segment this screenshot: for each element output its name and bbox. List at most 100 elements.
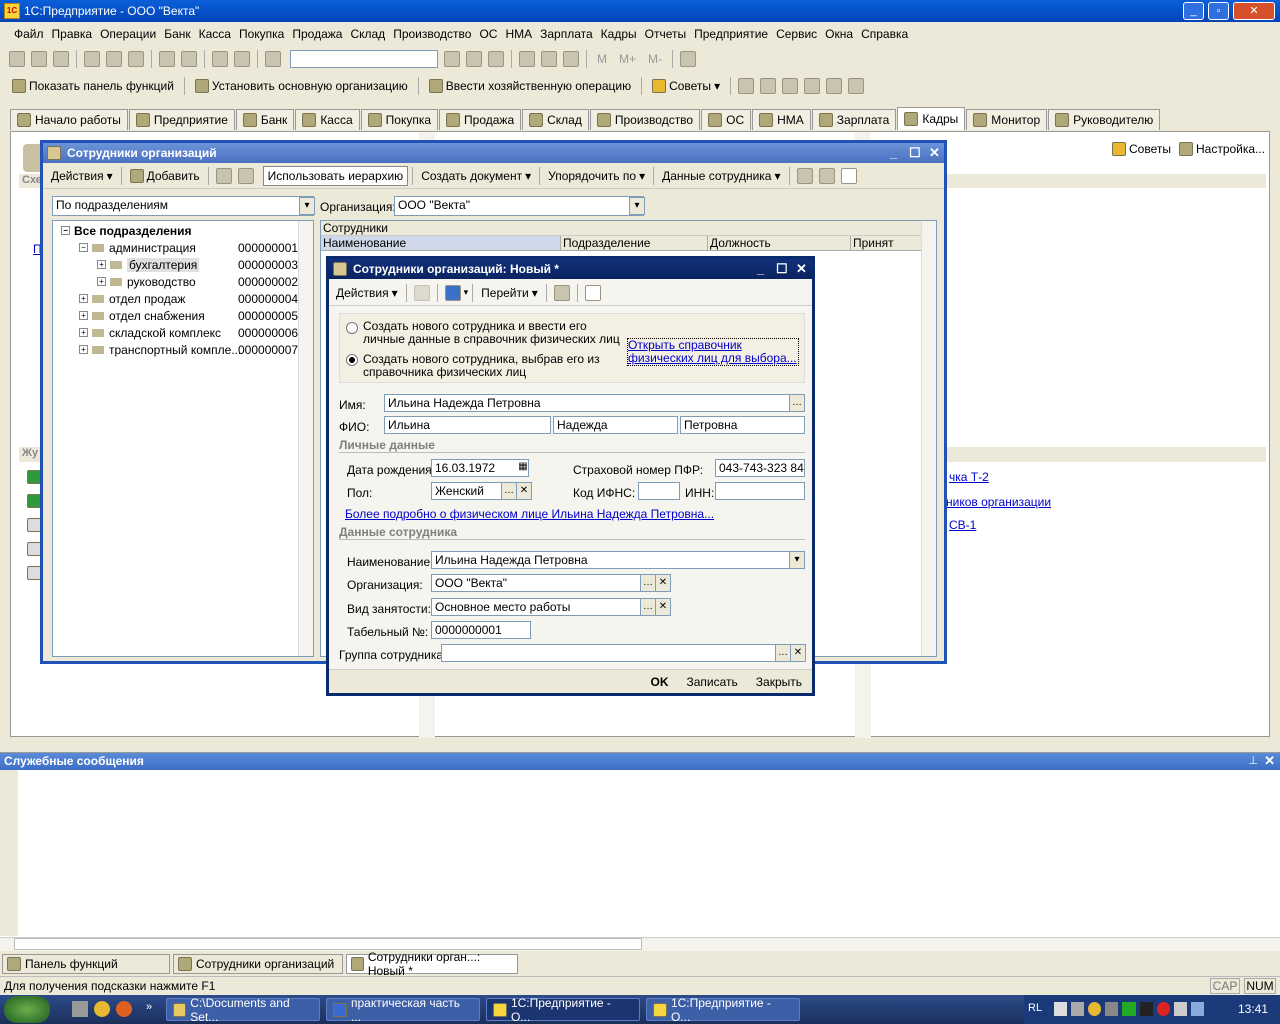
pin-icon[interactable]: ⊥	[1248, 754, 1258, 767]
quicklaunch-more-icon[interactable]: »	[146, 1001, 152, 1013]
window-tab-employees[interactable]: Сотрудники организаций	[173, 954, 343, 974]
taskbar-1c[interactable]: 1С:Предприятие - О...	[646, 996, 800, 1024]
section-tab[interactable]: ОС	[701, 109, 752, 130]
section-tab[interactable]: Производство	[589, 109, 701, 130]
show-panel-button[interactable]: Показать панель функций	[6, 79, 180, 93]
ifns-field[interactable]	[638, 482, 680, 500]
section-tab[interactable]: Руководителю	[1048, 109, 1161, 130]
tools-icon[interactable]	[680, 51, 697, 67]
users-icon[interactable]	[804, 78, 821, 94]
menu-item[interactable]: Банк	[160, 27, 194, 41]
menu-item[interactable]: Зарплата	[536, 27, 597, 41]
list-org-select[interactable]: ООО "Векта"	[394, 196, 644, 216]
col-department[interactable]: Подразделение	[561, 236, 708, 250]
list-settings-icon[interactable]	[818, 167, 835, 184]
pfr-field[interactable]: 043-743-323 84	[715, 459, 805, 477]
use-hierarchy-toggle[interactable]: Использовать иерархию	[262, 165, 409, 186]
report-link-sv1[interactable]: СВ-1	[949, 518, 976, 532]
firefox-icon[interactable]	[116, 1001, 132, 1017]
search-prev-icon[interactable]	[466, 51, 482, 67]
radio-new-person[interactable]	[346, 322, 358, 334]
menu-item[interactable]: Правка	[48, 27, 97, 41]
memory-plus-button[interactable]: M+	[613, 52, 642, 66]
taskbar-explorer[interactable]: C:\Documents and Set...	[166, 996, 320, 1024]
calendar-picker-icon[interactable]: ▦	[515, 459, 531, 477]
employee-name-dropdown-icon[interactable]: ▾	[789, 551, 805, 569]
col-position[interactable]: Должность	[708, 236, 851, 250]
form-close-button[interactable]: ✕	[796, 261, 807, 277]
refresh-icon[interactable]	[796, 167, 813, 184]
section-tab[interactable]: НМА	[752, 109, 811, 130]
menu-item[interactable]: Сервис	[772, 27, 821, 41]
list-maximize-button[interactable]: ☐	[909, 145, 921, 161]
network-icon[interactable]	[1054, 1002, 1068, 1016]
print-icon[interactable]	[159, 51, 175, 67]
tray-icon[interactable]	[1139, 1002, 1153, 1016]
menu-item[interactable]: ОС	[475, 27, 501, 41]
volume-icon[interactable]	[1173, 1002, 1187, 1016]
group-by-select[interactable]: По подразделениям	[52, 196, 314, 216]
section-tab[interactable]: Банк	[235, 109, 295, 130]
employee-group-select-button[interactable]: …	[775, 644, 791, 662]
section-tab[interactable]: Кадры	[897, 107, 966, 130]
enter-operation-button[interactable]: Ввести хозяйственную операцию	[423, 79, 637, 93]
ledger-icon[interactable]	[738, 78, 755, 94]
language-indicator[interactable]: RL	[1028, 1002, 1042, 1014]
sex-select-button[interactable]: …	[501, 482, 517, 500]
save-button[interactable]: Записать	[683, 673, 742, 691]
calculator-icon[interactable]	[519, 51, 535, 67]
employment-type-select-button[interactable]: …	[640, 598, 656, 616]
employee-group-field[interactable]	[441, 644, 791, 662]
export-icon[interactable]	[848, 78, 865, 94]
copy-record-icon[interactable]	[444, 284, 461, 301]
employee-group-clear-button[interactable]: ✕	[790, 644, 806, 662]
first-name-field[interactable]: Надежда	[553, 416, 678, 434]
search-combo[interactable]	[290, 50, 438, 68]
undo-icon[interactable]	[212, 51, 228, 67]
menu-item[interactable]: Файл	[10, 27, 48, 41]
maximize-button[interactable]: ▫	[1208, 2, 1229, 20]
menu-item[interactable]: Окна	[821, 27, 857, 41]
form-org-clear-button[interactable]: ✕	[655, 574, 671, 592]
form-settings-icon[interactable]	[553, 284, 570, 301]
name-select-button[interactable]: …	[789, 394, 805, 412]
sex-clear-button[interactable]: ✕	[516, 482, 532, 500]
taskbar-word[interactable]: практическая часть ...	[326, 996, 480, 1024]
section-tab[interactable]: Касса	[295, 109, 360, 130]
menu-item[interactable]: Кадры	[597, 27, 641, 41]
open-icon[interactable]	[31, 51, 47, 67]
form-minimize-button[interactable]: _	[757, 261, 764, 276]
expand-icon[interactable]: +	[79, 328, 88, 337]
search-next-icon[interactable]	[444, 51, 460, 67]
workspace-tips-button[interactable]: Советы	[1106, 142, 1177, 156]
menu-item[interactable]: Операции	[96, 27, 160, 41]
radio-select-person[interactable]	[346, 354, 358, 366]
save-icon[interactable]	[53, 51, 69, 67]
workspace-settings-button[interactable]: Настройка...	[1173, 142, 1271, 156]
form-maximize-button[interactable]: ☐	[776, 261, 788, 277]
tab-number-field[interactable]: 0000000001	[431, 621, 531, 639]
expand-icon[interactable]: +	[79, 294, 88, 303]
form-help-icon[interactable]	[584, 284, 601, 301]
level-down-icon[interactable]	[237, 167, 254, 184]
journal-icon[interactable]	[760, 78, 777, 94]
tree-node[interactable]: + бухгалтерия 000000003	[97, 256, 298, 273]
menu-item[interactable]: Производство	[389, 27, 475, 41]
tree-scrollbar[interactable]	[298, 221, 313, 656]
more-about-person-link[interactable]: Более подробно о физическом лице Ильина …	[345, 507, 714, 521]
set-org-button[interactable]: Установить основную организацию	[189, 79, 414, 93]
report-link-employees[interactable]: ников организации	[946, 495, 1051, 509]
add-button[interactable]: Добавить	[126, 167, 204, 185]
section-tab[interactable]: Склад	[522, 109, 589, 130]
name-field[interactable]: Ильина Надежда Петровна	[384, 394, 790, 412]
section-tab[interactable]: Предприятие	[128, 109, 235, 130]
menu-item[interactable]: Склад	[346, 27, 389, 41]
tree-node[interactable]: + отдел снабжения 000000005	[79, 307, 298, 324]
section-tab[interactable]: Покупка	[360, 109, 439, 130]
group-by-dropdown-icon[interactable]: ▾	[299, 197, 315, 215]
list-actions-menu[interactable]: Действия ▾	[47, 167, 117, 185]
open-persons-link[interactable]: Открыть справочник физических лиц для вы…	[627, 338, 799, 366]
tree-node[interactable]: − администрация 000000001	[79, 239, 298, 256]
section-tab[interactable]: Зарплата	[811, 109, 897, 130]
employment-type-clear-button[interactable]: ✕	[655, 598, 671, 616]
